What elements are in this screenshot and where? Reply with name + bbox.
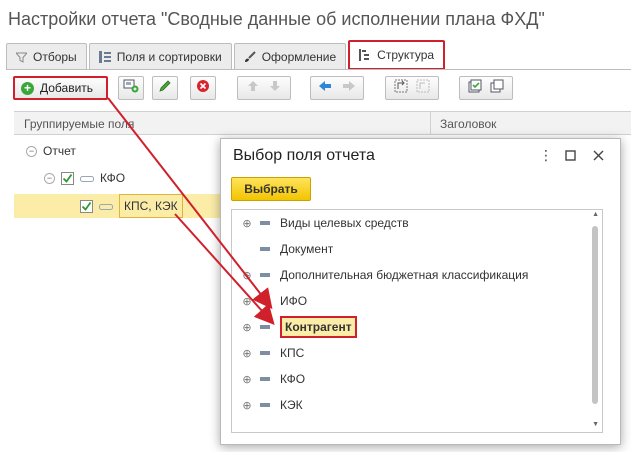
field-icon [260,299,270,303]
add-grouping-icon [123,79,139,98]
close-icon[interactable] [593,148,604,164]
copy-icon[interactable] [490,79,504,98]
field-icon [260,273,270,277]
filter-icon [16,52,27,63]
group-icon[interactable] [394,79,408,98]
move-down-icon[interactable] [269,79,281,97]
tab-structure-label: Структура [377,48,435,62]
move-right-icon[interactable] [342,79,356,97]
grid-header: Группируемые поля Заголовок [14,111,631,135]
field-icon [80,171,94,185]
tree-row-label: КПС, КЭК [119,194,183,218]
list-item[interactable]: ⊕ Дополнительная бюджетная классификация [232,262,587,288]
tab-structure[interactable]: Структура [348,40,446,70]
tab-filters[interactable]: Отборы [6,43,87,70]
pencil-icon [158,79,172,98]
move-up-icon[interactable] [247,79,259,97]
expand-icon[interactable]: ⊕ [240,373,254,386]
list-item-label: Контрагент [280,316,357,338]
more-menu-icon[interactable]: ⋮ [539,147,553,164]
group-ungroup-group [385,76,439,100]
expand-icon[interactable]: ⊕ [240,269,254,282]
list-item[interactable]: ⊕ Виды целевых средств [232,210,587,236]
choose-button[interactable]: Выбрать [231,177,311,201]
fields-icon [98,51,111,63]
list-item-selected[interactable]: ⊕ Контрагент [232,314,587,340]
field-selection-dialog: Выбор поля отчета ⋮ Выбрать ⊕ Виды целев… [220,138,621,445]
plus-icon: + [21,81,34,95]
check-copy-group [459,76,513,100]
expand-icon[interactable]: ⊕ [240,295,254,308]
collapse-icon[interactable]: − [44,172,55,184]
collapse-icon[interactable]: − [26,145,37,157]
field-list: ⊕ Виды целевых средств Документ ⊕ Дополн… [231,209,603,433]
check-all-icon[interactable] [468,79,482,98]
tab-divider [6,69,631,70]
col-separator [430,112,431,134]
delete-button[interactable] [190,76,216,100]
col-grouped-fields[interactable]: Группируемые поля [24,117,134,131]
tab-fields-sorting[interactable]: Поля и сортировки [88,43,232,70]
list-item-label: КЭК [280,398,303,412]
ungroup-icon[interactable] [416,79,430,98]
edit-button[interactable] [152,76,178,100]
list-item[interactable]: ⊕ ИФО [232,288,587,314]
tab-fields-label: Поля и сортировки [116,50,222,64]
tree-row-label: КФО [100,171,126,185]
list-item-label: КФО [280,372,306,386]
scroll-up-arrow[interactable]: ▲ [592,211,599,218]
expand-icon[interactable]: ⊕ [240,321,254,334]
tab-filters-label: Отборы [33,50,77,64]
expand-icon[interactable]: ⊕ [240,217,254,230]
list-item[interactable]: Документ [232,236,587,262]
scrollbar-thumb[interactable] [592,226,598,404]
expand-icon[interactable]: ⊕ [240,399,254,412]
maximize-icon[interactable] [565,148,576,164]
field-icon [260,247,270,251]
list-item-label: Документ [280,242,334,256]
checkbox-kfo[interactable] [61,171,74,185]
structure-icon [359,49,371,61]
add-grouping-button[interactable] [118,76,144,100]
field-icon [99,199,113,213]
field-icon [260,351,270,355]
move-up-down-group [237,76,291,100]
toolbar: + Добавить [0,76,631,102]
scroll-down-arrow[interactable]: ▼ [592,421,599,428]
list-item-label: ИФО [280,294,308,308]
col-header[interactable]: Заголовок [440,117,496,131]
dialog-title: Выбор поля отчета [233,147,375,164]
field-icon [260,403,270,407]
field-icon [260,325,270,329]
checkbox-kps-kek[interactable] [80,199,93,213]
list-item[interactable]: ⊕ КЭК [232,392,587,418]
delete-icon [196,79,210,98]
window-title: Настройки отчета "Сводные данные об испо… [8,9,545,29]
tab-appearance-label: Оформление [261,50,337,64]
field-icon [260,377,270,381]
tab-strip: Отборы Поля и сортировки Оформление Стру… [6,40,447,70]
tree-row-kps-kek[interactable]: КПС, КЭК [80,194,183,218]
tree-row-label: Отчет [43,144,76,158]
expand-icon[interactable]: ⊕ [240,347,254,360]
tab-appearance[interactable]: Оформление [233,43,347,70]
list-item[interactable]: ⊕ КПС [232,340,587,366]
list-item[interactable]: ⊕ КФО [232,366,587,392]
list-item-label: Виды целевых средств [280,216,409,230]
brush-icon [244,51,256,63]
list-item-label: Дополнительная бюджетная классификация [280,268,529,282]
field-icon [260,221,270,225]
move-left-icon[interactable] [318,79,332,97]
add-button-label: Добавить [40,81,94,95]
tree-row-kfo[interactable]: − КФО [44,171,125,185]
list-item-label: КПС [280,346,305,360]
move-left-right-group [310,76,364,100]
tree-row-report[interactable]: − Отчет [26,144,76,158]
add-button[interactable]: + Добавить [13,76,108,100]
